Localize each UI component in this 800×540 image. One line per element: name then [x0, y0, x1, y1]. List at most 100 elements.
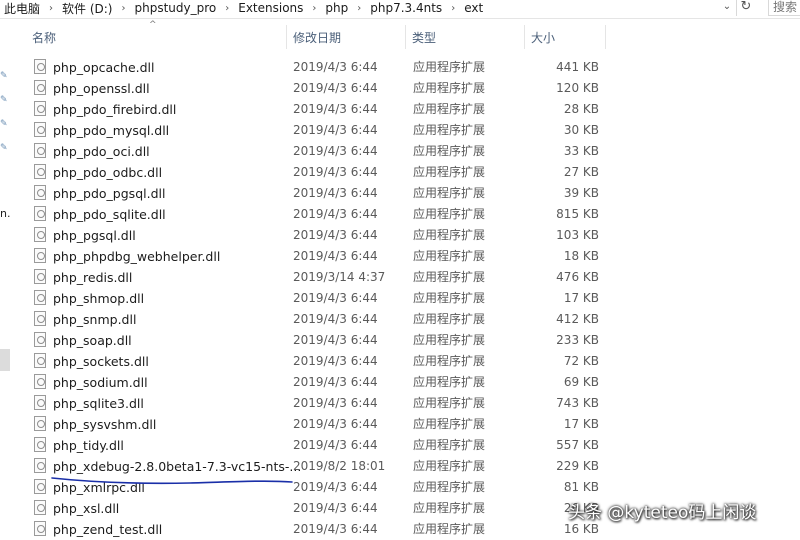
file-name: php_xsl.dll [53, 501, 120, 516]
table-row[interactable]: php_sqlite3.dll 2019/4/3 6:44 应用程序扩展 743 KB [26, 393, 606, 414]
breadcrumb-separator-icon[interactable]: › [312, 3, 316, 14]
dll-file-icon [34, 500, 46, 515]
dll-file-icon [34, 206, 46, 221]
table-row[interactable]: php_pdo_odbc.dll 2019/4/3 6:44 应用程序扩展 27 KB [26, 162, 606, 183]
file-size: 441 KB [556, 60, 599, 74]
table-row[interactable]: php_openssl.dll 2019/4/3 6:44 应用程序扩展 120 KB [26, 78, 606, 99]
dll-file-icon [34, 143, 46, 158]
file-modified-date: 2019/4/3 6:44 [293, 123, 378, 137]
file-size: 17 KB [563, 291, 599, 305]
dll-file-icon [34, 395, 46, 410]
breadcrumb-item-drive[interactable]: 软件 (D:) [62, 0, 112, 17]
pin-icon: ✎ [0, 71, 8, 81]
table-row[interactable]: php_sodium.dll 2019/4/3 6:44 应用程序扩展 69 KB [26, 372, 606, 393]
file-modified-date: 2019/4/3 6:44 [293, 249, 378, 263]
nav-scrollbar-thumb[interactable] [0, 349, 10, 371]
file-modified-date: 2019/4/3 6:44 [293, 60, 378, 74]
file-modified-date: 2019/4/3 6:44 [293, 501, 378, 515]
navigation-pane[interactable]: ✎ ✎ ✎ ✎ n. [0, 19, 14, 537]
table-row[interactable]: php_tidy.dll 2019/4/3 6:44 应用程序扩展 557 KB [26, 435, 606, 456]
file-type: 应用程序扩展 [413, 396, 486, 410]
file-modified-date: 2019/4/3 6:44 [293, 375, 378, 389]
breadcrumb-item-php-version[interactable]: php7.3.4nts [370, 1, 442, 15]
table-row[interactable]: php_sockets.dll 2019/4/3 6:44 应用程序扩展 72 KB [26, 351, 606, 372]
file-name: php_soap.dll [53, 333, 132, 348]
dll-file-icon [34, 353, 46, 368]
file-modified-date: 2019/4/3 6:44 [293, 102, 378, 116]
dll-file-icon [34, 80, 46, 95]
breadcrumb-item-ext[interactable]: ext [464, 1, 483, 15]
file-name: php_opcache.dll [53, 60, 155, 75]
file-name: php_pdo_pgsql.dll [53, 186, 166, 201]
refresh-icon[interactable]: ↻ [736, 0, 755, 16]
file-modified-date: 2019/3/14 4:37 [293, 270, 386, 284]
file-type: 应用程序扩展 [413, 144, 486, 158]
file-name: php_sysvshm.dll [53, 417, 157, 432]
table-row[interactable]: php_pdo_firebird.dll 2019/4/3 6:44 应用程序扩展 2… [26, 99, 606, 120]
file-name: php_sqlite3.dll [53, 396, 144, 411]
breadcrumb-item-php[interactable]: php [325, 1, 348, 15]
table-row[interactable]: php_snmp.dll 2019/4/3 6:44 应用程序扩展 412 KB [26, 309, 606, 330]
table-row[interactable]: php_opcache.dll 2019/4/3 6:44 应用程序扩展 441 KB [26, 57, 606, 78]
file-type: 应用程序扩展 [413, 186, 486, 200]
table-row[interactable]: php_sysvshm.dll 2019/4/3 6:44 应用程序扩展 17 KB [26, 414, 606, 435]
table-row[interactable]: php_pdo_sqlite.dll 2019/4/3 6:44 应用程序扩展 815… [26, 204, 606, 225]
file-type: 应用程序扩展 [413, 81, 486, 95]
breadcrumb-separator-icon[interactable]: › [121, 3, 125, 14]
address-bar[interactable]: 此电脑 › 软件 (D:) › phpstudy_pro › Extension… [0, 0, 800, 19]
table-row[interactable]: php_pgsql.dll 2019/4/3 6:44 应用程序扩展 103 KB [26, 225, 606, 246]
file-size: 229 KB [556, 459, 599, 473]
table-row[interactable]: php_pdo_pgsql.dll 2019/4/3 6:44 应用程序扩展 39 K… [26, 183, 606, 204]
file-size: 743 KB [556, 396, 599, 410]
file-size: 28 KB [563, 102, 599, 116]
table-row[interactable]: php_phpdbg_webhelper.dll 2019/4/3 6:44 应用程… [26, 246, 606, 267]
dll-file-icon [34, 458, 46, 473]
breadcrumb-separator-icon[interactable]: › [225, 3, 229, 14]
file-size: 39 KB [563, 186, 599, 200]
table-row[interactable]: php_pdo_oci.dll 2019/4/3 6:44 应用程序扩展 33 KB [26, 141, 606, 162]
table-row[interactable]: php_soap.dll 2019/4/3 6:44 应用程序扩展 233 KB [26, 330, 606, 351]
breadcrumb-item-this-pc[interactable]: 此电脑 [4, 0, 40, 17]
dll-file-icon [34, 521, 46, 536]
file-size: 476 KB [556, 270, 599, 284]
file-modified-date: 2019/8/2 18:01 [293, 459, 386, 473]
file-type: 应用程序扩展 [413, 60, 486, 74]
breadcrumb-separator-icon[interactable]: › [451, 3, 455, 14]
breadcrumb: 此电脑 › 软件 (D:) › phpstudy_pro › Extension… [4, 0, 483, 17]
file-type: 应用程序扩展 [413, 333, 486, 347]
file-name: php_snmp.dll [53, 312, 137, 327]
file-modified-date: 2019/4/3 6:44 [293, 186, 378, 200]
dll-file-icon [34, 122, 46, 137]
file-type: 应用程序扩展 [413, 501, 486, 515]
file-name: php_pdo_firebird.dll [53, 102, 177, 117]
watermark: 头条 @kyteteo码上闲谈 [568, 503, 757, 523]
file-type: 应用程序扩展 [413, 291, 486, 305]
table-row[interactable]: php_shmop.dll 2019/4/3 6:44 应用程序扩展 17 KB [26, 288, 606, 309]
file-name: php_pdo_mysql.dll [53, 123, 170, 138]
table-row[interactable]: php_xsl.dll 2019/4/3 6:44 应用程序扩展 26 KB [26, 498, 606, 519]
file-size: 815 KB [556, 207, 599, 221]
file-name: php_sodium.dll [53, 375, 148, 390]
breadcrumb-item-extensions[interactable]: Extensions [238, 1, 303, 15]
file-size: 33 KB [563, 144, 599, 158]
nav-item-partial[interactable]: n. [0, 207, 10, 220]
file-type: 应用程序扩展 [413, 228, 486, 242]
table-row-partial[interactable]: php_ [26, 44, 606, 54]
file-size: 557 KB [556, 438, 599, 452]
search-input[interactable]: 搜索 [768, 0, 800, 16]
dll-file-icon [34, 479, 46, 494]
chevron-down-icon[interactable]: ⌄ [718, 0, 736, 16]
file-size: 120 KB [556, 81, 599, 95]
file-type: 应用程序扩展 [413, 249, 486, 263]
breadcrumb-item-phpstudy[interactable]: phpstudy_pro [134, 1, 216, 15]
breadcrumb-separator-icon[interactable]: › [49, 3, 53, 14]
file-name: php_phpdbg_webhelper.dll [53, 249, 221, 264]
breadcrumb-separator-icon[interactable]: › [357, 3, 361, 14]
file-size: 17 KB [563, 417, 599, 431]
table-row[interactable]: php_redis.dll 2019/3/14 4:37 应用程序扩展 476 KB [26, 267, 606, 288]
file-modified-date: 2019/4/3 6:44 [293, 480, 378, 494]
file-modified-date: 2019/4/3 6:44 [293, 333, 378, 347]
dll-file-icon [34, 332, 46, 347]
file-type: 应用程序扩展 [413, 354, 486, 368]
table-row[interactable]: php_pdo_mysql.dll 2019/4/3 6:44 应用程序扩展 30 K… [26, 120, 606, 141]
